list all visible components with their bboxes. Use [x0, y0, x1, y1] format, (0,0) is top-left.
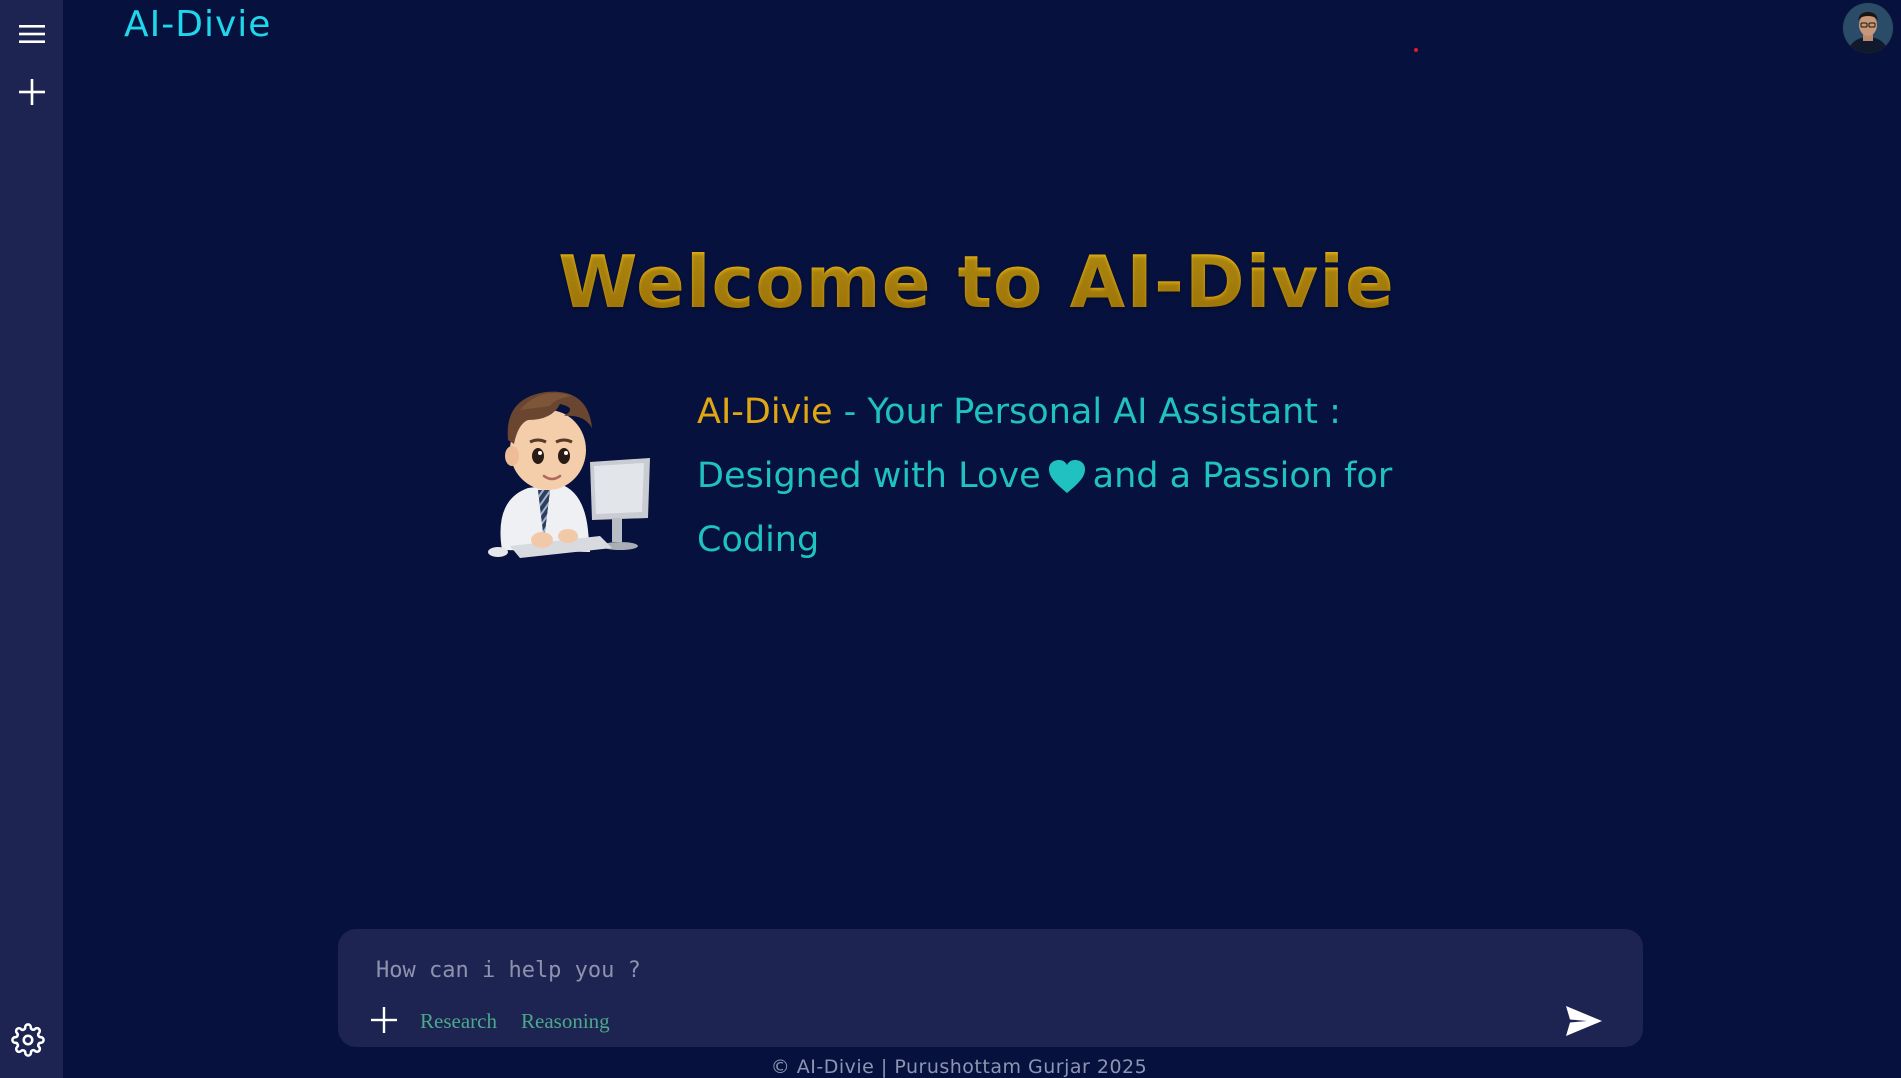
settings-button[interactable] [10, 1022, 46, 1058]
welcome-section: Welcome to AI-Divie [0, 240, 1901, 324]
tagline-brand: AI-Divie [697, 392, 833, 432]
heart-icon [1048, 460, 1085, 493]
reasoning-chip[interactable]: Reasoning [521, 1009, 610, 1034]
chat-composer: Research Reasoning [338, 929, 1643, 1047]
app-title: AI-Divie [124, 4, 272, 45]
developer-mascot-illustration [488, 391, 650, 558]
send-button[interactable] [1563, 1003, 1605, 1039]
tagline-line2-end: and a Passion for [1092, 456, 1393, 496]
tagline-line3: Coding [697, 520, 820, 560]
status-dot [1414, 48, 1418, 52]
tagline: AI-Divie - Your Personal AI Assistant : D… [697, 380, 1457, 572]
app-root: AI-Divie Welcome to AI-Divie AI-Divie - … [0, 0, 1901, 1078]
hamburger-menu-icon [19, 25, 45, 43]
send-arrow-icon [1566, 1006, 1602, 1036]
hamburger-menu-button[interactable] [14, 16, 50, 52]
avatar-icon [1843, 3, 1893, 53]
new-chat-button[interactable] [14, 74, 50, 110]
sidebar [0, 0, 63, 1078]
welcome-heading: Welcome to AI-Divie [558, 240, 1395, 324]
gear-icon [11, 1023, 45, 1057]
attach-button[interactable] [368, 1004, 400, 1036]
tagline-line1-rest: - Your Personal AI Assistant : [832, 392, 1341, 432]
research-chip[interactable]: Research [420, 1009, 497, 1034]
tagline-line2-start: Designed with Love [697, 456, 1041, 496]
footer-copyright: © AI-Divie | Purushottam Gurjar 2025 [770, 1056, 1148, 1078]
plus-icon [371, 1007, 397, 1033]
user-avatar[interactable] [1843, 3, 1893, 53]
chat-input[interactable] [374, 949, 1578, 991]
plus-icon [19, 79, 45, 105]
